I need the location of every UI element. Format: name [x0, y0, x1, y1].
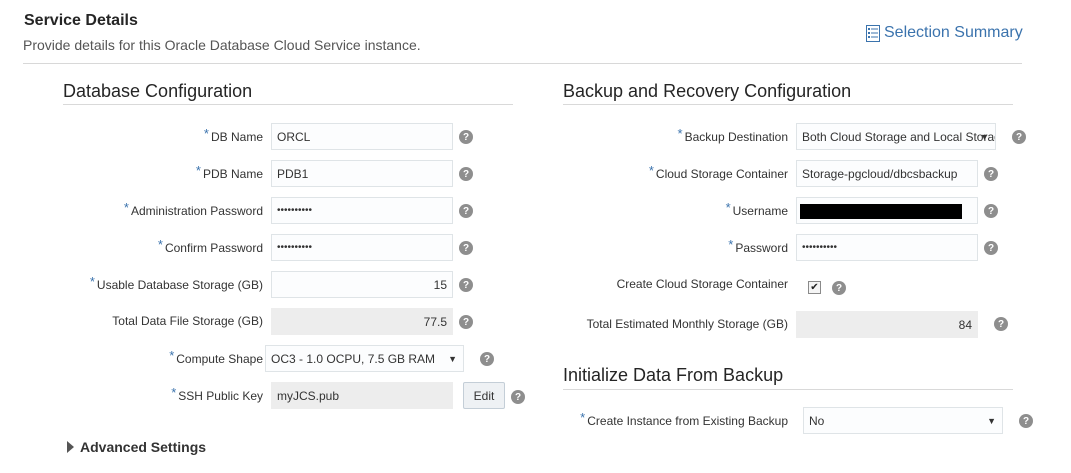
create-container-checkbox[interactable]: ✔ — [808, 281, 821, 294]
help-icon[interactable]: ? — [459, 130, 473, 144]
init-data-title: Initialize Data From Backup — [563, 365, 784, 385]
selection-summary-label: Selection Summary — [884, 24, 1023, 41]
required-marker: * — [203, 126, 209, 141]
help-icon[interactable]: ? — [984, 204, 998, 218]
help-icon[interactable]: ? — [1019, 414, 1033, 428]
ssh-key-value: myJCS.pub — [271, 382, 453, 409]
total-storage-value: 77.5 — [271, 308, 453, 335]
compute-shape-select[interactable]: OC3 - 1.0 OCPU, 7.5 GB RAM ▼ — [265, 345, 464, 372]
ssh-key-label: * SSH Public Key — [171, 385, 263, 403]
required-marker: * — [195, 163, 201, 178]
backup-config-divider — [563, 104, 1013, 105]
header-divider — [23, 63, 1022, 64]
pdb-name-label: * PDB Name — [195, 163, 263, 181]
chevron-down-icon: ▼ — [980, 132, 989, 142]
init-data-divider — [563, 389, 1013, 390]
required-marker: * — [580, 410, 586, 425]
usable-storage-label: * Usable Database Storage (GB) — [89, 274, 263, 292]
page-title: Service Details — [24, 12, 138, 29]
checkmark-icon: ✔ — [810, 281, 819, 293]
db-name-input[interactable]: ORCL — [271, 123, 453, 150]
from-backup-label: * Create Instance from Existing Backup — [580, 410, 788, 428]
backup-destination-select[interactable]: Both Cloud Storage and Local Storage ▼ — [796, 123, 996, 150]
required-marker: * — [725, 200, 731, 215]
total-storage-label: Total Data File Storage (GB) — [112, 314, 263, 328]
required-marker: * — [89, 274, 95, 289]
help-icon[interactable]: ? — [459, 278, 473, 292]
storage-container-label: * Cloud Storage Container — [648, 163, 788, 181]
advanced-settings-toggle[interactable]: Advanced Settings — [67, 439, 206, 455]
password-label: * Password — [728, 237, 788, 255]
username-label: * Username — [725, 200, 788, 218]
redacted-block — [800, 204, 962, 219]
backup-config-title: Backup and Recovery Configuration — [563, 81, 852, 101]
required-marker: * — [157, 237, 163, 252]
usable-storage-input[interactable]: 15 — [271, 271, 453, 298]
admin-password-input[interactable]: •••••••••• — [271, 197, 453, 224]
help-icon[interactable]: ? — [984, 241, 998, 255]
chevron-down-icon: ▼ — [448, 354, 457, 364]
help-icon[interactable]: ? — [511, 390, 525, 404]
password-input[interactable]: •••••••••• — [796, 234, 978, 261]
page-subtitle: Provide details for this Oracle Database… — [23, 37, 421, 53]
help-icon[interactable]: ? — [459, 167, 473, 181]
create-container-label: Create Cloud Storage Container — [616, 277, 788, 291]
help-icon[interactable]: ? — [459, 204, 473, 218]
db-name-label: * DB Name — [203, 126, 263, 144]
edit-ssh-key-button[interactable]: Edit — [463, 382, 505, 409]
backup-destination-label: * Backup Destination — [677, 126, 788, 144]
help-icon[interactable]: ? — [459, 315, 473, 329]
compute-shape-label: * Compute Shape — [169, 348, 263, 366]
monthly-storage-label: Total Estimated Monthly Storage (GB) — [586, 317, 788, 331]
chevron-down-icon: ▼ — [987, 416, 996, 426]
help-icon[interactable]: ? — [459, 241, 473, 255]
database-config-title: Database Configuration — [63, 81, 253, 101]
required-marker: * — [677, 126, 683, 141]
required-marker: * — [728, 237, 734, 252]
storage-container-input[interactable]: Storage-pgcloud/dbcsbackup — [796, 160, 978, 187]
from-backup-select[interactable]: No ▼ — [803, 407, 1003, 434]
checklist-icon — [866, 24, 880, 42]
confirm-password-input[interactable]: •••••••••• — [271, 234, 453, 261]
pdb-name-input[interactable]: PDB1 — [271, 160, 453, 187]
disclosure-triangle-icon — [67, 441, 74, 453]
monthly-storage-value: 84 — [796, 311, 978, 338]
confirm-password-label: * Confirm Password — [157, 237, 263, 255]
help-icon[interactable]: ? — [984, 167, 998, 181]
help-icon[interactable]: ? — [1012, 130, 1026, 144]
required-marker: * — [171, 385, 177, 400]
required-marker: * — [123, 200, 129, 215]
help-icon[interactable]: ? — [832, 281, 846, 295]
required-marker: * — [169, 348, 175, 363]
username-input[interactable] — [796, 197, 978, 224]
help-icon[interactable]: ? — [480, 352, 494, 366]
help-icon[interactable]: ? — [994, 317, 1008, 331]
admin-password-label: * Administration Password — [123, 200, 263, 218]
selection-summary-link[interactable]: Selection Summary — [866, 24, 1023, 42]
database-config-divider — [63, 104, 513, 105]
required-marker: * — [648, 163, 654, 178]
